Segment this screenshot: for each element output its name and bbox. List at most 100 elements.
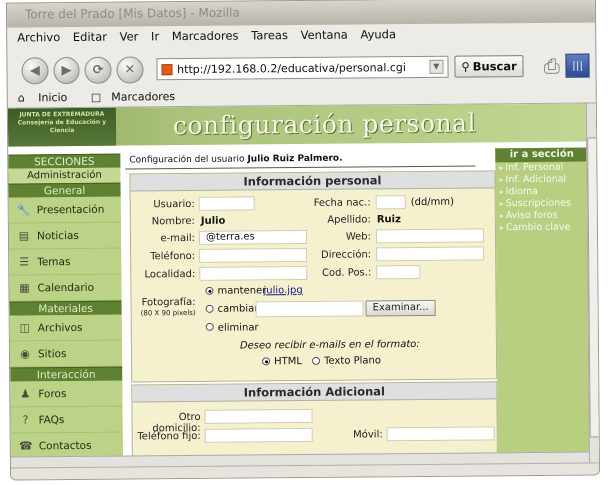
mantener-label: mantener [217,285,267,297]
menu-archivo[interactable]: Archivo [17,30,60,44]
sections-sidebar: SECCIONES Administración General 🔧 Presen… [8,153,124,468]
stop-button[interactable]: ✕ [116,55,144,84]
web-field[interactable] [375,228,485,244]
sidebar-item-faqs[interactable]: ? FAQs [10,406,123,434]
goto-link-label: Inf. Personal [505,161,564,174]
fecha-nac-label: Fecha nac.: [313,197,371,209]
codpos-field[interactable] [376,264,421,280]
otro-domicilio-field[interactable] [204,408,313,424]
goto-section-panel: ir a sección ▸ Inf. Personal ▸ Inf. Adicio… [495,147,592,468]
url-bar[interactable]: http://192.168.0.2/educativa/personal.cg… [156,55,449,81]
plain-text-label: Texto Plano [324,355,382,367]
site-favicon-icon [161,63,173,75]
goto-section-header: ir a sección [495,147,589,163]
sidebar-item-sitios[interactable]: ◉ Sitios [9,340,123,368]
arrow-bullet-icon: ▸ [499,211,504,221]
photo-file-field[interactable] [255,300,364,318]
fecha-nac-field[interactable] [375,195,406,210]
sidebar-item-label: Temas [37,255,71,268]
apellido-label: Apellido: [327,214,371,226]
sidebar-item-calendario[interactable]: ▦ Calendario [9,274,122,302]
goto-inf-adicional[interactable]: ▸ Inf. Adicional [495,174,588,187]
goto-idioma[interactable]: ▸ Idioma [496,186,589,199]
goto-aviso-foros[interactable]: ▸ Aviso foros [496,210,589,223]
goto-link-label: Aviso foros [505,209,558,222]
movil-field[interactable] [386,426,495,442]
arrow-bullet-icon: ▸ [499,175,504,185]
email-format-question: Deseo recibir e-mails en el formato: [239,338,420,352]
sidebar-item-label: Presentación [36,203,105,216]
menu-editar[interactable]: Editar [73,30,107,44]
vertical-scrollbar[interactable] [585,103,601,464]
stop-icon: ✕ [124,61,136,78]
back-button[interactable]: ◀ [21,56,49,84]
telefono-field[interactable] [199,247,308,263]
forward-button[interactable]: ▶ [53,56,80,84]
examinar-button[interactable]: Examinar... [365,299,436,317]
usuario-field[interactable] [198,196,255,211]
contacts-icon: ☎ [18,439,33,453]
print-icon[interactable]: ⎙ [544,54,560,78]
url-dropdown-icon[interactable]: ▼ [429,59,444,74]
goto-inf-personal[interactable]: ▸ Inf. Personal [495,162,588,175]
menu-ventana[interactable]: Ventana [301,28,348,42]
sidebar-item-presentacion[interactable]: 🔧 Presentación [8,196,121,224]
menu-ir[interactable]: Ir [151,29,159,43]
main-form-area: Configuración del usuario Julio Ruiz Pal… [125,148,498,467]
url-text[interactable]: http://192.168.0.2/educativa/personal.cg… [177,60,429,76]
screenshot: { "window": {"title": "Torre del Prado [… [0,0,608,485]
home-label: Inicio [38,91,68,105]
plain-text-radio[interactable] [312,356,321,365]
web-label: Web: [345,231,372,243]
reload-button[interactable]: ⟳ [84,56,112,84]
bookmarks-label: Marcadores [111,90,176,104]
sidebar-item-archivos[interactable]: ◫ Archivos [9,314,122,342]
email-field[interactable]: @terra.es [198,229,308,245]
telefono-fijo-field[interactable] [204,427,313,443]
menu-tareas[interactable]: Tareas [251,28,288,42]
email-label: e-mail: [160,232,196,245]
vertical-scroll-thumb[interactable] [587,137,600,438]
direccion-field[interactable] [376,246,485,262]
throbber-icon: ||| [565,53,590,78]
sidebar-item-foros[interactable]: ♟ Foros [10,380,123,408]
cambiar-radio[interactable] [205,304,214,313]
page-title: configuración personal [172,108,477,141]
people-icon: ♟ [20,387,31,401]
question-icon: ? [22,413,29,427]
goto-cambio-clave[interactable]: ▸ Cambio clave [496,222,589,235]
sidebar-item-label: Archivos [37,321,83,334]
config-user-line: Configuración del usuario Julio Ruiz Pal… [125,148,476,170]
config-prefix: Configuración del usuario [129,154,245,166]
menu-marcadores[interactable]: Marcadores [172,29,239,44]
localidad-label: Localidad: [144,268,196,281]
goto-link-label: Cambio clave [505,221,571,234]
search-button[interactable]: ⚲ Buscar [454,55,524,78]
sidebar-item-label: Contactos [38,439,92,452]
calendar-icon: ▦ [19,281,30,295]
navigation-toolbar: ◀ ▶ ⟳ ✕ http://192.168.0.2/educativa/per… [7,46,595,89]
reload-icon: ⟳ [92,62,104,78]
html-format-radio[interactable] [262,357,271,366]
sidebar-item-administracion[interactable]: Administración [8,167,121,184]
codpos-label: Cod. Pos.: [321,267,372,279]
home-link[interactable]: ⌂ Inicio [17,91,78,105]
sidebar-item-noticias[interactable]: ▤ Noticias [8,222,122,250]
localidad-field[interactable] [199,265,308,281]
home-icon: ⌂ [17,91,25,105]
menu-ver[interactable]: Ver [120,29,139,43]
fecha-format-hint: (dd/mm) [410,196,455,209]
mantener-radio[interactable] [205,286,214,295]
bookmarks-link[interactable]: □ Marcadores [91,90,185,104]
menu-ayuda[interactable]: Ayuda [360,27,396,41]
materiales-header: Materiales [9,300,122,316]
sidebar-item-temas[interactable]: ☰ Temas [9,248,122,276]
current-photo-link[interactable]: julio.jpg [263,285,302,296]
page-content: JUNTA DE EXTREMADURA Consejería de Educa… [7,102,601,468]
interaccion-header: Interacción [10,366,123,382]
magnifier-icon: ⚲ [461,59,470,74]
folder-icon: □ [90,90,102,104]
goto-suscripciones[interactable]: ▸ Suscripciones [496,198,589,211]
sidebar-item-label: Noticias [36,229,79,242]
eliminar-radio[interactable] [205,322,214,331]
